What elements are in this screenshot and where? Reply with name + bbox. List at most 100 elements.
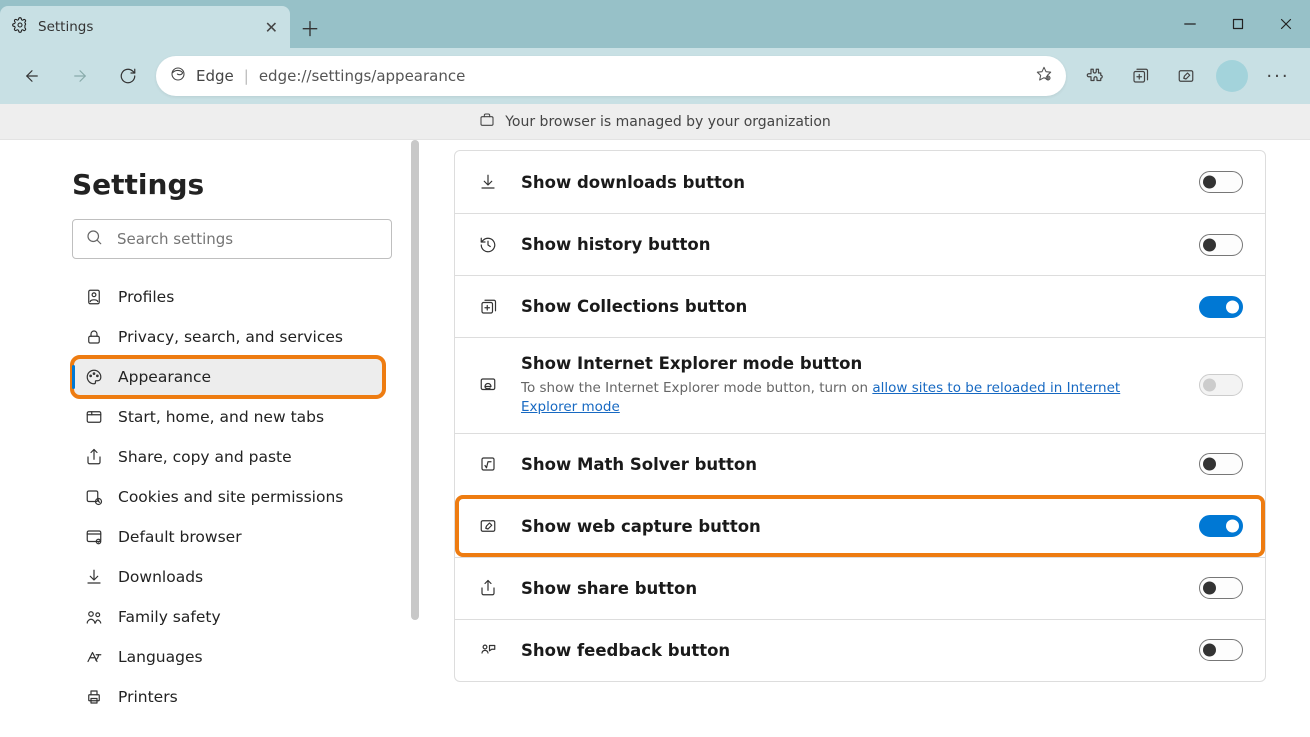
web-capture-icon [477,517,499,535]
collections-icon[interactable] [1120,56,1160,96]
toggle-ie-mode [1199,374,1243,396]
sidebar-item-family[interactable]: Family safety [72,597,384,637]
ie-icon [477,376,499,394]
edge-logo-icon [170,66,186,86]
browser-tab[interactable]: Settings ✕ [0,6,290,48]
content: Settings Profiles Privacy, search, and s… [0,140,1310,737]
forward-button[interactable] [60,56,100,96]
share-icon [84,448,104,466]
permissions-icon [84,488,104,506]
language-icon [84,648,104,666]
web-capture-icon[interactable] [1166,56,1206,96]
extensions-icon[interactable] [1074,56,1114,96]
url-text: edge://settings/appearance [259,67,466,85]
feedback-icon [477,641,499,659]
sidebar-scrollbar[interactable] [410,140,420,737]
row-title: Show Math Solver button [521,455,1177,474]
more-menu-button[interactable]: ··· [1258,56,1298,96]
sidebar-item-cookies[interactable]: Cookies and site permissions [72,477,384,517]
favorite-icon[interactable] [1036,66,1052,86]
row-history-button: Show history button [455,213,1265,275]
family-icon [84,608,104,626]
search-settings[interactable] [72,219,392,259]
sidebar-item-appearance[interactable]: Appearance [72,357,384,397]
toggle-downloads[interactable] [1199,171,1243,193]
download-icon [84,568,104,586]
main-panel: Show downloads button Show history butto… [420,140,1310,737]
row-title: Show web capture button [521,517,1177,536]
sidebar-item-printers[interactable]: Printers [72,677,384,717]
sidebar-item-default-browser[interactable]: Default browser [72,517,384,557]
sidebar-item-label: Cookies and site permissions [118,488,343,506]
row-feedback-button: Show feedback button [455,619,1265,681]
maximize-button[interactable] [1214,0,1262,48]
close-tab-button[interactable]: ✕ [265,18,278,37]
toggle-share[interactable] [1199,577,1243,599]
lock-icon [84,328,104,346]
toggle-collections[interactable] [1199,296,1243,318]
printer-icon [84,688,104,706]
row-title: Show downloads button [521,173,1177,192]
row-title: Show share button [521,579,1177,598]
tab-title: Settings [38,19,93,35]
toggle-feedback[interactable] [1199,639,1243,661]
collections-icon [477,298,499,316]
search-input[interactable] [115,229,379,249]
sidebar-item-label: Appearance [118,368,211,386]
sidebar-item-downloads[interactable]: Downloads [72,557,384,597]
row-title: Show Internet Explorer mode button [521,354,1177,373]
toggle-history[interactable] [1199,234,1243,256]
row-downloads-button: Show downloads button [455,151,1265,213]
row-ie-mode-button: Show Internet Explorer mode button To sh… [455,337,1265,433]
gear-icon [12,17,28,37]
divider: | [244,67,249,85]
briefcase-icon [479,112,495,132]
settings-nav: Profiles Privacy, search, and services A… [72,277,384,717]
sidebar-item-profiles[interactable]: Profiles [72,277,384,317]
new-tab-button[interactable]: ＋ [290,6,330,48]
address-bar[interactable]: Edge | edge://settings/appearance [156,56,1066,96]
sidebar-item-label: Default browser [118,528,242,546]
banner-text: Your browser is managed by your organiza… [505,114,831,130]
settings-card: Show downloads button Show history butto… [454,150,1266,682]
sidebar-item-label: Family safety [118,608,221,626]
toggle-math-solver[interactable] [1199,453,1243,475]
toggle-web-capture[interactable] [1199,515,1243,537]
row-title: Show Collections button [521,297,1177,316]
row-share-button: Show share button [455,557,1265,619]
profile-avatar[interactable] [1212,56,1252,96]
sidebar-item-label: Printers [118,688,178,706]
refresh-button[interactable] [108,56,148,96]
settings-heading: Settings [72,168,384,201]
sidebar-item-label: Downloads [118,568,203,586]
row-title: Show history button [521,235,1177,254]
toolbar: Edge | edge://settings/appearance ··· [0,48,1310,104]
search-icon [85,228,103,250]
sidebar-item-privacy[interactable]: Privacy, search, and services [72,317,384,357]
close-window-button[interactable] [1262,0,1310,48]
sidebar-item-label: Share, copy and paste [118,448,292,466]
palette-icon [84,368,104,386]
window-controls [1166,0,1310,48]
math-icon [477,455,499,473]
profile-icon [84,288,104,306]
history-icon [477,236,499,254]
row-collections-button: Show Collections button [455,275,1265,337]
managed-banner: Your browser is managed by your organiza… [0,104,1310,140]
share-icon [477,579,499,597]
minimize-button[interactable] [1166,0,1214,48]
titlebar: Settings ✕ ＋ [0,0,1310,48]
row-title: Show feedback button [521,641,1177,660]
sidebar-item-languages[interactable]: Languages [72,637,384,677]
browser-icon [84,528,104,546]
download-icon [477,173,499,191]
row-desc: To show the Internet Explorer mode butto… [521,379,1177,417]
sidebar-item-label: Languages [118,648,203,666]
tabs-icon [84,408,104,426]
sidebar-item-label: Start, home, and new tabs [118,408,324,426]
sidebar-item-start[interactable]: Start, home, and new tabs [72,397,384,437]
back-button[interactable] [12,56,52,96]
row-math-solver-button: Show Math Solver button [455,433,1265,495]
sidebar-item-label: Privacy, search, and services [118,328,343,346]
sidebar-item-share[interactable]: Share, copy and paste [72,437,384,477]
